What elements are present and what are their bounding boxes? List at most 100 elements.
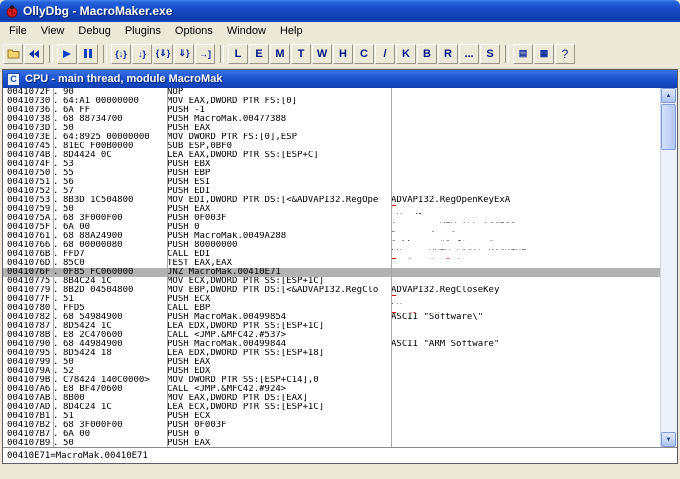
- address-cell: 0041075A: [7, 214, 51, 223]
- disasm-row[interactable]: 00410790. 68 44984900 PUSH MacroMak.004998…: [3, 340, 661, 349]
- menu-bar: File View Debug Plugins Options Window Help: [0, 22, 680, 39]
- help-button[interactable]: ?: [555, 43, 575, 64]
- disasm-row[interactable]: 00410775. 8B4C24 1C MOV ECX,DWORD PTR SS:[…: [3, 277, 661, 286]
- disasm-row[interactable]: 004107A6. E8 BF470600 CALL <JMP.&MFC42.#92…: [3, 385, 661, 394]
- menu-item-debug[interactable]: Debug: [71, 24, 117, 38]
- windows-button[interactable]: W: [312, 43, 332, 64]
- disasm-row[interactable]: 00410780. FFD5 CALL EBP RegCloseKey: [3, 304, 661, 313]
- analysis-mark-cell: .: [53, 358, 59, 367]
- disasm-row[interactable]: 00410752. 57 PUSH EDI: [3, 187, 661, 196]
- open-file-button[interactable]: [3, 43, 23, 64]
- disasm-row[interactable]: 00410759. 50 PUSH EAX pHandle: [3, 205, 661, 214]
- references-button[interactable]: R: [438, 43, 458, 64]
- menu-item-options[interactable]: Options: [168, 24, 220, 38]
- menu-item-plugins[interactable]: Plugins: [118, 24, 168, 38]
- execute-till-return-button[interactable]: →]: [195, 43, 215, 64]
- disasm-row[interactable]: 00410750. 55 PUSH EBP: [3, 169, 661, 178]
- disasm-row[interactable]: 00410736. 6A FF PUSH -1: [3, 106, 661, 115]
- hex-dump-cell: 8D5424 18: [63, 349, 112, 358]
- disasm-row[interactable]: 004107B1. 51 PUSH ECX: [3, 412, 661, 421]
- vertical-scrollbar[interactable]: ▲ ▼: [660, 88, 677, 447]
- step-over-button[interactable]: ↓}: [132, 43, 152, 64]
- disasm-row[interactable]: 0041078B. E8 2C470600 CALL <JMP.&MFC42.#53…: [3, 331, 661, 340]
- disasm-row[interactable]: 00410799. 50 PUSH EAX: [3, 358, 661, 367]
- disasm-row[interactable]: 004107B9. 50 PUSH EAX: [3, 439, 661, 447]
- disasm-row[interactable]: 00410779. 8B2D 04504800 MOV EBP,DWORD PTR …: [3, 286, 661, 295]
- disassembly-cell: PUSH EBX: [167, 160, 211, 169]
- patches-button[interactable]: /: [375, 43, 395, 64]
- disasm-row[interactable]: 0041079A. 52 PUSH EDX: [3, 367, 661, 376]
- comment-cell: [391, 439, 661, 447]
- address-cell: 00410736: [7, 106, 51, 115]
- disasm-row[interactable]: 0041077F. 51 PUSH ECX hKey: [3, 295, 661, 304]
- disasm-row[interactable]: 00410738. 68 88734700 PUSH MacroMak.004773…: [3, 115, 661, 124]
- disasm-row[interactable]: 004107AD. 8D4C24 1C LEA ECX,DWORD PTR SS:[…: [3, 403, 661, 412]
- pause-button[interactable]: [78, 43, 98, 64]
- memory-map-button[interactable]: M: [270, 43, 290, 64]
- disasm-row[interactable]: 0041079B. C78424 140C0000> MOV DWORD PTR S…: [3, 376, 661, 385]
- menu-item-view[interactable]: View: [34, 24, 72, 38]
- disasm-row[interactable]: 00410751. 56 PUSH ESI: [3, 178, 661, 187]
- hex-dump-cell: 85C0: [63, 259, 85, 268]
- disasm-row[interactable]: 0041073D. 50 PUSH EAX: [3, 124, 661, 133]
- disassembly-cell: TEST EAX,EAX: [167, 259, 233, 268]
- help-icon: ?: [561, 46, 569, 61]
- disassembly-cell: MOV EBP,DWORD PTR DS:[<&ADVAPI32.RegClo: [167, 286, 379, 295]
- call-stack-button[interactable]: K: [396, 43, 416, 64]
- hex-dump-cell: 50: [63, 439, 74, 447]
- analysis-mark-cell: .: [53, 313, 59, 322]
- disasm-row[interactable]: 0041072F. 90 NOP: [3, 88, 661, 97]
- disasm-row[interactable]: 004107B7. 6A 00 PUSH 0: [3, 430, 661, 439]
- run-button[interactable]: [57, 43, 77, 64]
- cpu-window: C CPU - main thread, module MacroMak 004…: [2, 69, 678, 464]
- scrollbar-thumb[interactable]: [661, 104, 676, 150]
- threads-button[interactable]: T: [291, 43, 311, 64]
- disasm-row[interactable]: 00410761. 68 88A24900 PUSH MacroMak.0049A2…: [3, 232, 661, 241]
- disasm-row[interactable]: 0041076D. 85C0 TEST EAX,EAX: [3, 259, 661, 268]
- scroll-down-button[interactable]: ▼: [661, 432, 676, 447]
- menu-item-file[interactable]: File: [2, 24, 34, 38]
- run-trace-button[interactable]: ...: [459, 43, 479, 64]
- menu-item-window[interactable]: Window: [220, 24, 273, 38]
- animate-into-button[interactable]: {⇓}: [153, 43, 173, 64]
- comment-cell: pHandle: [391, 205, 661, 214]
- appearance-button[interactable]: ▦: [534, 43, 554, 64]
- disasm-row[interactable]: 00410766. 68 00000080 PUSH 80000000 hKey = …: [3, 241, 661, 250]
- disasm-row[interactable]: 0041075A. 68 3F000F00 PUSH 0F003F Access = …: [3, 214, 661, 223]
- disasm-row[interactable]: 00410753. 8B3D 1C504800 MOV EDI,DWORD PTR …: [3, 196, 661, 205]
- comment-cell: ADVAPI32.RegCloseKey: [391, 286, 500, 295]
- disasm-row[interactable]: 0041076B. FFD7 CALL EDI RegOpenKeyExA: [3, 250, 661, 259]
- executable-modules-button[interactable]: E: [249, 43, 269, 64]
- disasm-row[interactable]: 004107B2. 68 3F000F00 PUSH 0F003F: [3, 421, 661, 430]
- disasm-row[interactable]: 0041076F. 0F85 FC060000 JNZ MacroMak.00410…: [3, 268, 661, 277]
- title-bar[interactable]: OllyDbg - MacroMaker.exe: [0, 0, 680, 22]
- analysis-mark-cell: .: [53, 403, 59, 412]
- disassembly-cell: SUB ESP,0BF0: [167, 142, 233, 151]
- disasm-row[interactable]: 0041074B. 8D4424 0C LEA EAX,DWORD PTR SS:[…: [3, 151, 661, 160]
- options-dialog-button[interactable]: ▤: [513, 43, 533, 64]
- log-window-button[interactable]: L: [228, 43, 248, 64]
- disasm-row[interactable]: 00410782. 68 54984900 PUSH MacroMak.004998…: [3, 313, 661, 322]
- scroll-up-button[interactable]: ▲: [661, 88, 676, 103]
- menu-item-help[interactable]: Help: [273, 24, 310, 38]
- handles-button[interactable]: H: [333, 43, 353, 64]
- breakpoints-button[interactable]: B: [417, 43, 437, 64]
- disasm-row[interactable]: 0041074F. 53 PUSH EBX: [3, 160, 661, 169]
- restart-button[interactable]: [24, 43, 44, 64]
- disasm-row[interactable]: 00410795. 8D5424 18 LEA EDX,DWORD PTR SS:[…: [3, 349, 661, 358]
- animate-over-button[interactable]: ⇓}: [174, 43, 194, 64]
- disassembly-cell: CALL EDI: [167, 250, 211, 259]
- disasm-row[interactable]: 00410730. 64:A1 00000000 MOV EAX,DWORD PTR…: [3, 97, 661, 106]
- step-into-button[interactable]: {↓}: [111, 43, 131, 64]
- disasm-row[interactable]: 0041075F. 6A 00 PUSH 0 Reserved = 0: [3, 223, 661, 232]
- source-button[interactable]: S: [480, 43, 500, 64]
- comment-cell: [391, 88, 661, 97]
- analysis-mark-cell: .: [53, 412, 59, 421]
- cpu-button[interactable]: C: [354, 43, 374, 64]
- disasm-row[interactable]: 00410745. 81EC F00B0000 SUB ESP,0BF0: [3, 142, 661, 151]
- disasm-row[interactable]: 0041073E. 64:8925 00000000 MOV DWORD PTR F…: [3, 133, 661, 142]
- disasm-row[interactable]: 00410787. 8D5424 1C LEA EDX,DWORD PTR SS:[…: [3, 322, 661, 331]
- disasm-row[interactable]: 004107AB. 8B00 MOV EAX,DWORD PTR DS:[EAX]: [3, 394, 661, 403]
- cpu-title-bar[interactable]: C CPU - main thread, module MacroMak: [3, 70, 677, 88]
- hex-dump-cell: FFD7: [63, 250, 85, 259]
